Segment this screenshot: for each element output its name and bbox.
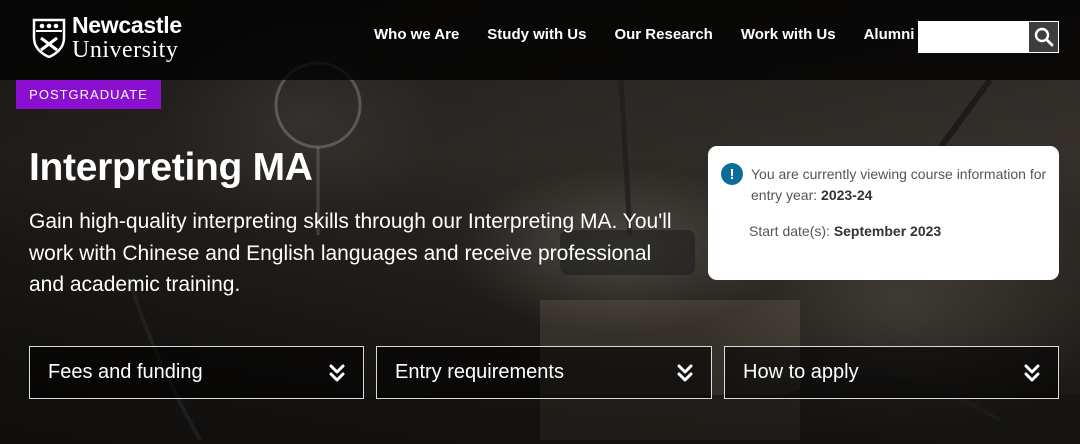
- main-navigation: Who we Are Study with Us Our Research Wo…: [374, 26, 914, 43]
- postgraduate-badge: POSTGRADUATE: [16, 80, 161, 109]
- entry-year-value: 2023-24: [821, 187, 873, 203]
- search-icon: [1034, 27, 1053, 47]
- double-chevron-down-icon: [677, 364, 693, 381]
- logo-wordmark-university: University: [72, 37, 179, 63]
- start-date-label: Start date(s):: [749, 223, 830, 239]
- page-title: Interpreting MA: [29, 146, 313, 189]
- entry-year-notice: You are currently viewing course informa…: [751, 164, 1051, 206]
- nav-link-who-we-are[interactable]: Who we Are: [374, 26, 459, 43]
- logo-wordmark-newcastle: Newcastle: [72, 12, 182, 38]
- nav-link-work-with-us[interactable]: Work with Us: [741, 26, 836, 43]
- university-logo[interactable]: Newcastle University: [32, 14, 182, 62]
- info-icon: !: [721, 163, 743, 185]
- course-summary: Gain high-quality interpreting skills th…: [29, 210, 672, 296]
- accordion-how-to-apply[interactable]: How to apply: [724, 346, 1059, 399]
- nav-link-alumni[interactable]: Alumni: [864, 26, 915, 43]
- search-box: [918, 21, 1059, 53]
- double-chevron-down-icon: [329, 364, 345, 381]
- viewing-text: You are currently viewing course informa…: [751, 166, 1047, 203]
- start-date: Start date(s): September 2023: [749, 223, 941, 239]
- search-input[interactable]: [918, 21, 1028, 53]
- nav-link-study-with-us[interactable]: Study with Us: [487, 26, 586, 43]
- accordion-label: How to apply: [743, 361, 859, 383]
- nav-link-our-research[interactable]: Our Research: [614, 26, 712, 43]
- top-navigation-bar: Newcastle University Who we Are Study wi…: [0, 0, 1080, 80]
- shield-crest-icon: [32, 18, 66, 58]
- accordion-fees-and-funding[interactable]: Fees and funding: [29, 346, 364, 399]
- accordion-entry-requirements[interactable]: Entry requirements: [376, 346, 712, 399]
- start-date-value: September 2023: [833, 223, 942, 239]
- accordion-label: Entry requirements: [395, 361, 564, 383]
- double-chevron-down-icon: [1024, 364, 1040, 381]
- accordion-label: Fees and funding: [48, 361, 203, 383]
- entry-year-info-card: ! You are currently viewing course infor…: [708, 146, 1059, 280]
- search-button[interactable]: [1028, 21, 1059, 53]
